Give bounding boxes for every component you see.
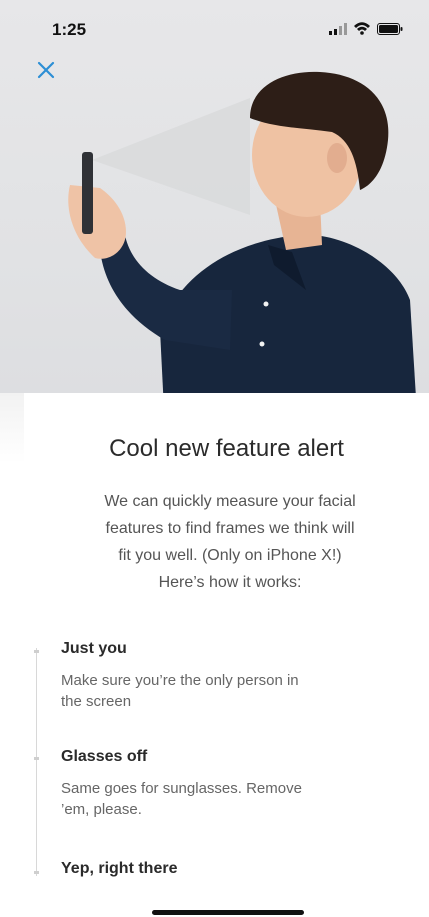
step-yep-right-there: Yep, right there xyxy=(61,860,381,878)
step-description-line: ’em, please. xyxy=(61,801,142,818)
intro-line: Here’s how it works: xyxy=(158,574,302,591)
step-description-line: the screen xyxy=(61,693,132,710)
man-holding-phone-illustration xyxy=(68,71,418,430)
intro-line: We can quickly measure your facial xyxy=(104,493,356,510)
step-title: Glasses off xyxy=(61,748,148,765)
card-title: Cool new feature alert xyxy=(109,435,344,462)
step-description-line: Same goes for sunglasses. Remove xyxy=(61,780,302,797)
step-description: Make sure you’re the only person in the … xyxy=(61,670,381,712)
status-icons xyxy=(329,22,403,35)
step-just-you: Just you Make sure you’re the only perso… xyxy=(61,640,381,712)
steps-rail xyxy=(36,648,37,876)
close-icon xyxy=(37,61,55,79)
step-description-line: Make sure you’re the only person in xyxy=(61,672,299,689)
home-indicator[interactable] xyxy=(152,910,304,915)
card-edge-shade xyxy=(0,393,24,463)
signal-icon xyxy=(329,22,347,35)
hero-photo xyxy=(0,0,429,430)
close-button[interactable] xyxy=(34,58,60,84)
status-time: 1:25 xyxy=(52,20,87,39)
step-glasses-off: Glasses off Same goes for sunglasses. Re… xyxy=(61,748,381,820)
step-marker xyxy=(34,757,39,760)
step-marker xyxy=(34,871,39,874)
step-title: Yep, right there xyxy=(61,860,178,877)
wifi-icon xyxy=(354,22,370,35)
status-bar: 1:25 xyxy=(0,0,429,54)
intro-line: fit you well. (Only on iPhone X!) xyxy=(118,547,342,564)
step-marker xyxy=(34,650,39,653)
intro-line: features to find frames we think will xyxy=(105,520,355,537)
intro-text: We can quickly measure your facial featu… xyxy=(74,488,386,596)
step-title: Just you xyxy=(61,640,127,657)
battery-icon xyxy=(377,22,403,35)
step-description: Same goes for sunglasses. Remove ’em, pl… xyxy=(61,778,381,820)
